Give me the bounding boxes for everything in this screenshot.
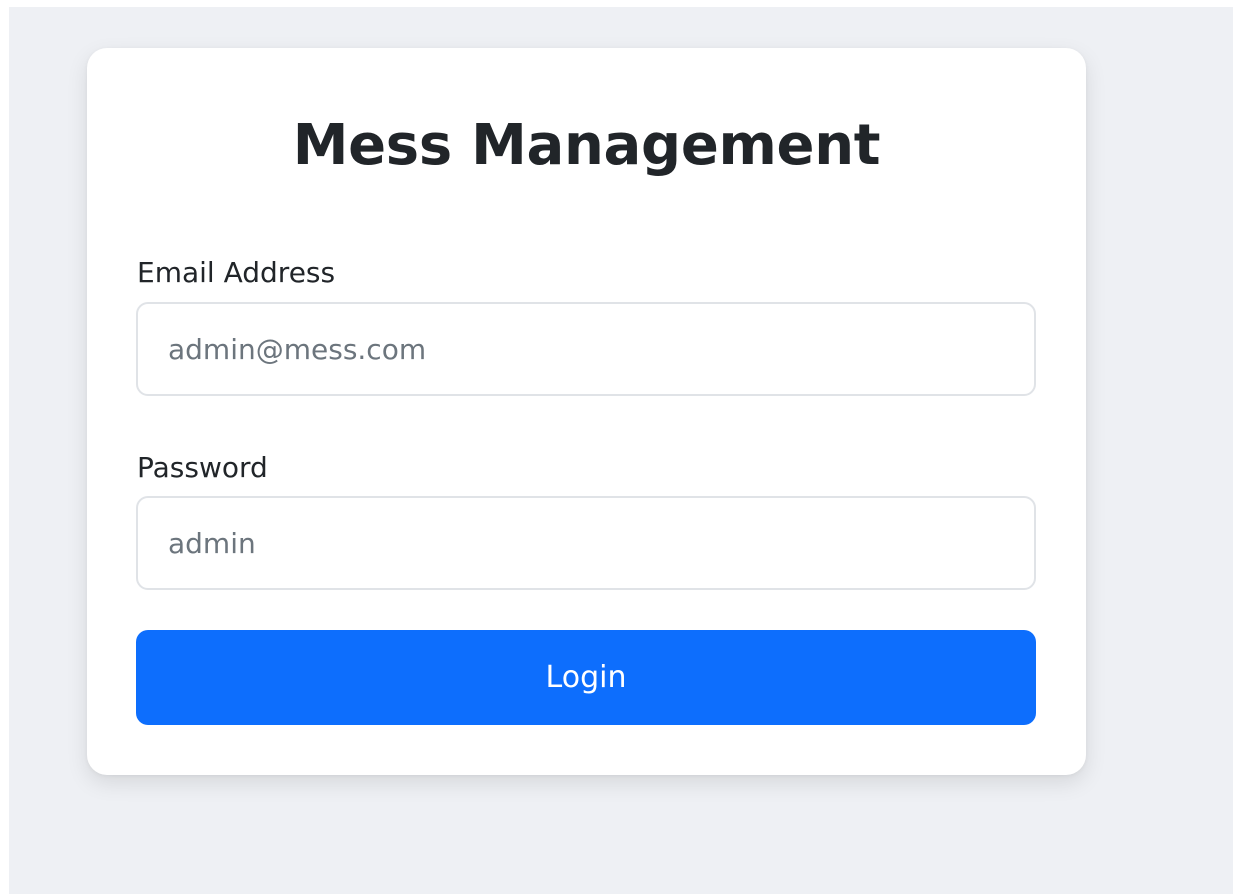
email-input[interactable] — [136, 302, 1036, 396]
password-label: Password — [137, 451, 268, 484]
login-button[interactable]: Login — [136, 630, 1036, 725]
email-label: Email Address — [137, 256, 336, 289]
page-title: Mess Management — [292, 113, 881, 178]
password-input[interactable] — [136, 496, 1036, 590]
